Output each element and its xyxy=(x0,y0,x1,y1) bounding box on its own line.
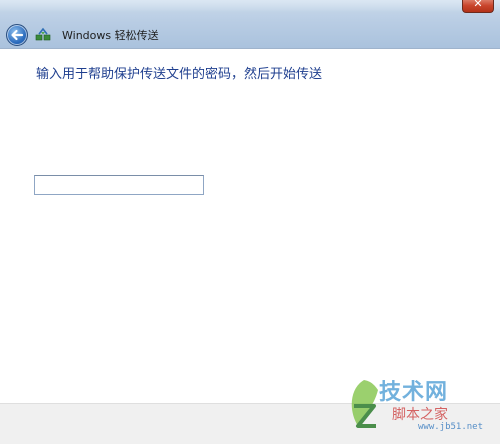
watermark-brand: 技术网 xyxy=(379,380,449,405)
watermark-leaf-icon xyxy=(351,380,378,428)
title-bar: ✕ Windows 轻松传送 xyxy=(0,0,500,49)
title-bar-glass xyxy=(0,0,500,12)
watermark-subtitle: 脚本之家 xyxy=(392,407,448,423)
page-heading: 输入用于帮助保护传送文件的密码，然后开始传送 xyxy=(36,67,323,82)
watermark-url: www.jb51.net xyxy=(418,422,484,432)
close-icon: ✕ xyxy=(473,0,483,10)
back-button[interactable] xyxy=(6,24,28,46)
content-area xyxy=(0,49,500,403)
back-arrow-icon xyxy=(11,29,24,41)
password-field[interactable] xyxy=(34,175,204,195)
watermark-logo: 技术网 脚本之家 www.jb51.net xyxy=(344,372,494,438)
easy-transfer-icon xyxy=(35,27,51,41)
close-button[interactable]: ✕ xyxy=(462,0,494,13)
window-title: Windows 轻松传送 xyxy=(62,29,159,42)
